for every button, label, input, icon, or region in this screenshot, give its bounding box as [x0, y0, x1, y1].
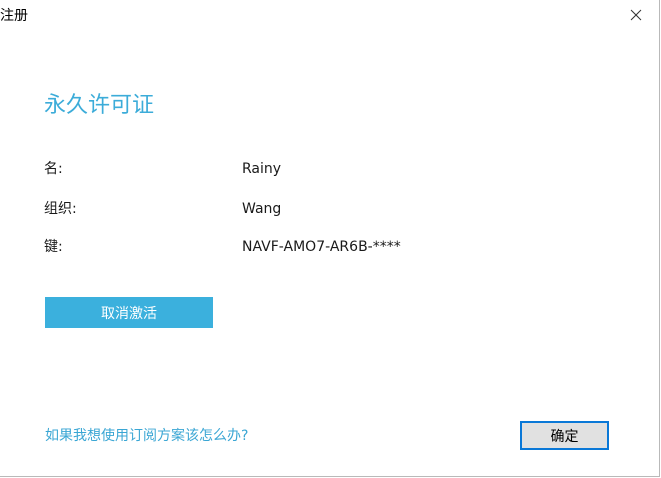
close-button[interactable]: [613, 0, 659, 30]
organization-label: 组织:: [44, 201, 77, 217]
window-title: 注册: [0, 8, 28, 24]
close-icon: [630, 9, 642, 21]
registration-dialog: 注册 永久许可证 名: Rainy 组织: Wang 键: NAVF-AMO7-…: [0, 0, 660, 477]
license-heading: 永久许可证: [44, 93, 155, 118]
key-label: 键:: [44, 239, 63, 255]
organization-value: Wang: [242, 201, 282, 217]
name-value: Rainy: [242, 161, 282, 177]
key-value: NAVF-AMO7-AR6B-****: [242, 239, 401, 255]
deactivate-button[interactable]: 取消激活: [45, 297, 213, 328]
subscription-help-link[interactable]: 如果我想使用订阅方案该怎么办?: [45, 427, 248, 445]
ok-button[interactable]: 确定: [520, 421, 609, 450]
name-label: 名:: [44, 161, 63, 177]
